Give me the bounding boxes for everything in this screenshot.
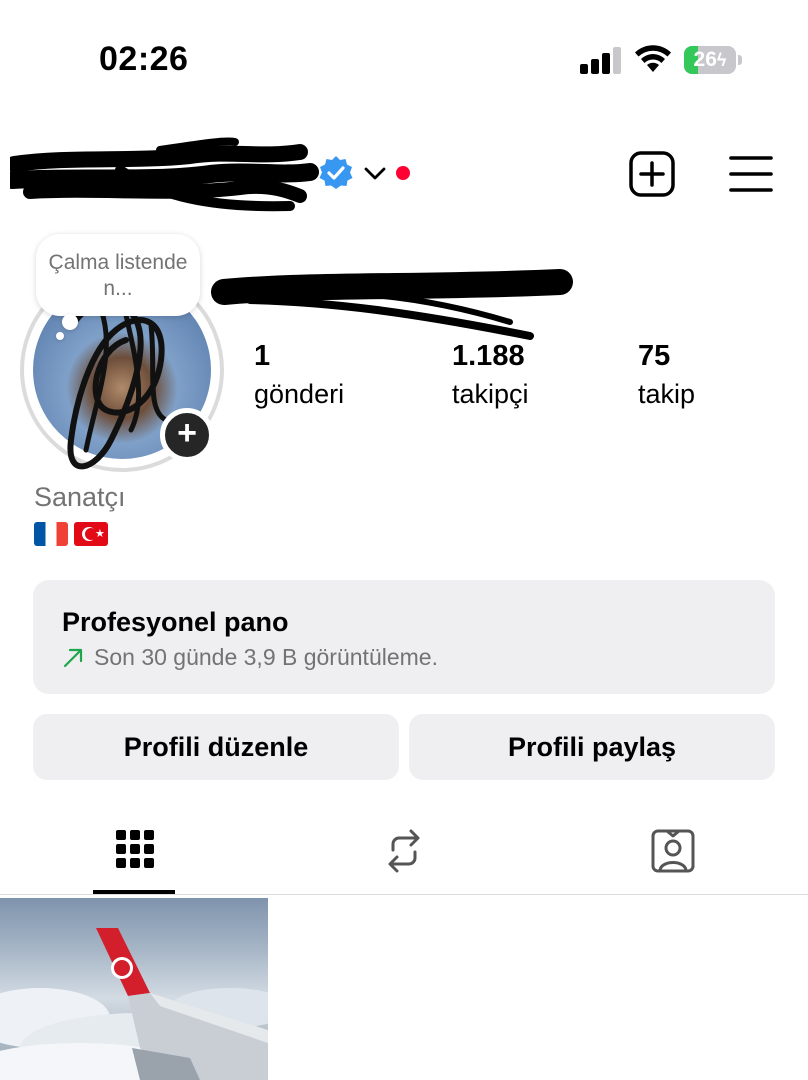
stat-following-label: takip [638, 379, 696, 409]
battery-charging-icon: 26ϟ [684, 46, 742, 74]
tabs-divider [0, 894, 808, 895]
post-thumbnail[interactable] [0, 898, 268, 1080]
notification-dot [396, 166, 410, 180]
trend-up-icon [63, 648, 83, 667]
stat-following[interactable]: 75 takip [638, 338, 695, 412]
reposts-icon[interactable] [381, 826, 427, 876]
stat-followers-value: 1.188 [452, 340, 525, 372]
turkey-flag: ★ [74, 522, 108, 546]
stat-followers-label: takipçi [452, 379, 529, 409]
dashboard-subtitle: Son 30 günde 3,9 B görüntüleme. [94, 644, 438, 670]
battery-level: 26 [693, 48, 717, 71]
bio-flags: ★ [34, 522, 108, 546]
stat-posts-value: 1 [254, 340, 271, 372]
username-redacted[interactable] [10, 136, 320, 216]
add-story-button[interactable]: + [160, 408, 214, 462]
stat-posts-label: gönderi [254, 379, 345, 409]
note-bubble-tail [62, 314, 78, 330]
note-text: Çalma listende n... [48, 251, 188, 300]
verified-badge-icon [319, 156, 353, 189]
share-profile-button[interactable]: Profili paylaş [409, 714, 775, 780]
note-bubble[interactable]: Çalma listende n... [36, 234, 200, 316]
chevron-down-icon[interactable] [362, 160, 388, 186]
signal-icon [580, 46, 621, 74]
note-bubble-tail-small [56, 332, 64, 340]
wifi-icon [635, 45, 671, 72]
stat-following-value: 75 [638, 340, 671, 372]
grid-icon[interactable] [112, 826, 158, 876]
tagged-icon[interactable] [650, 826, 696, 876]
dashboard-title: Profesyonel pano [62, 607, 289, 637]
hamburger-menu-icon[interactable] [728, 152, 774, 196]
professional-dashboard[interactable]: Profesyonel pano Son 30 günde 3,9 B görü… [33, 580, 775, 694]
create-plus-icon[interactable] [628, 150, 676, 198]
stat-followers[interactable]: 1.188 takipçi [452, 338, 529, 412]
edit-profile-button[interactable]: Profili düzenle [33, 714, 399, 780]
profile-category: Sanatçı [34, 482, 126, 512]
dashboard-subtitle-row: Son 30 günde 3,9 B görüntüleme. [62, 644, 438, 671]
stat-posts[interactable]: 1 gönderi [254, 338, 344, 412]
airplane-wing-photo [0, 928, 268, 1080]
status-time: 02:26 [99, 40, 189, 78]
france-flag [34, 522, 68, 546]
